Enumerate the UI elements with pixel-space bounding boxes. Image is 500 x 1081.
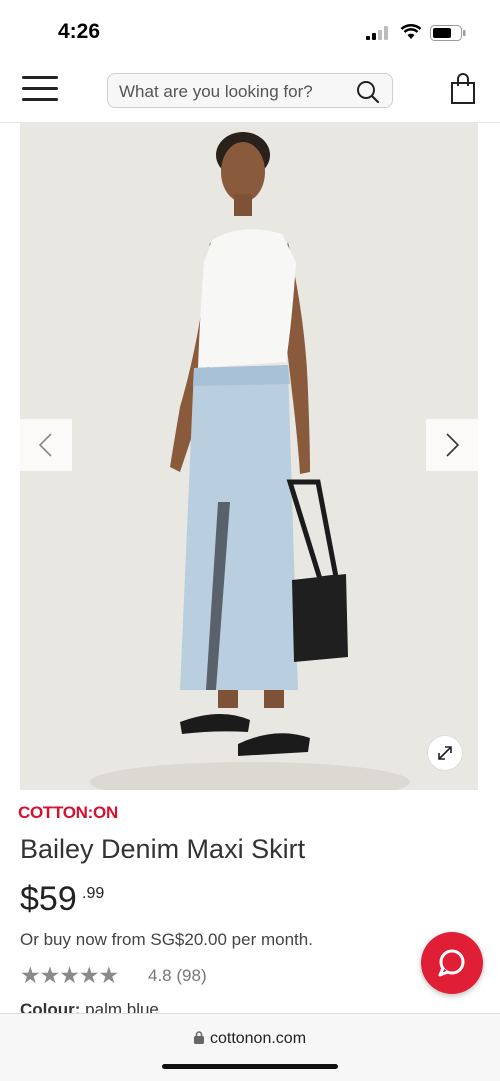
menu-icon[interactable] [22,76,58,104]
colour-label: Colour: [20,1000,81,1013]
browser-address-bar[interactable]: cottonon.com [0,1013,500,1081]
wifi-icon [400,24,422,39]
price-main: $59 [20,880,77,918]
search-icon[interactable] [356,80,380,104]
chat-button[interactable] [421,932,483,994]
next-image-button[interactable] [426,419,478,471]
previous-image-button[interactable] [20,419,72,471]
home-indicator[interactable] [162,1064,338,1069]
expand-image-button[interactable] [427,735,463,771]
product-image[interactable] [20,122,478,790]
rating-summary[interactable]: 4.8 (98) [148,966,207,986]
chevron-left-icon [38,433,52,457]
shopping-bag-icon[interactable] [450,73,476,105]
price-cents: .99 [82,885,105,902]
chat-bubble-icon [438,949,465,977]
status-time: 4:26 [58,20,101,43]
rating-value: 4.8 [148,966,172,985]
installment-text: Or buy now from SG$20.00 per month. [20,930,313,949]
colour-value: palm blue [85,1000,159,1013]
lock-icon [193,1031,204,1044]
url-text: cottonon.com [209,1030,307,1047]
status-bar: 4:26 [0,0,500,62]
model-photo [20,122,478,790]
brand-logo[interactable]: COTTON:ON [18,803,118,823]
rating-stars[interactable]: ★★★★★ [20,962,119,989]
url-display[interactable]: cottonon.com [0,1030,500,1048]
product-title: Bailey Denim Maxi Skirt [20,834,306,864]
chevron-right-icon [446,433,460,457]
cellular-signal-icon [366,26,388,40]
colour-line: Colour: palm blue [20,1000,159,1013]
search-input[interactable]: What are you looking for? [107,73,393,108]
search-placeholder: What are you looking for? [119,82,313,101]
expand-icon [438,746,452,760]
review-count: (98) [176,966,207,985]
site-header: What are you looking for? [0,62,500,123]
battery-icon [430,25,466,41]
